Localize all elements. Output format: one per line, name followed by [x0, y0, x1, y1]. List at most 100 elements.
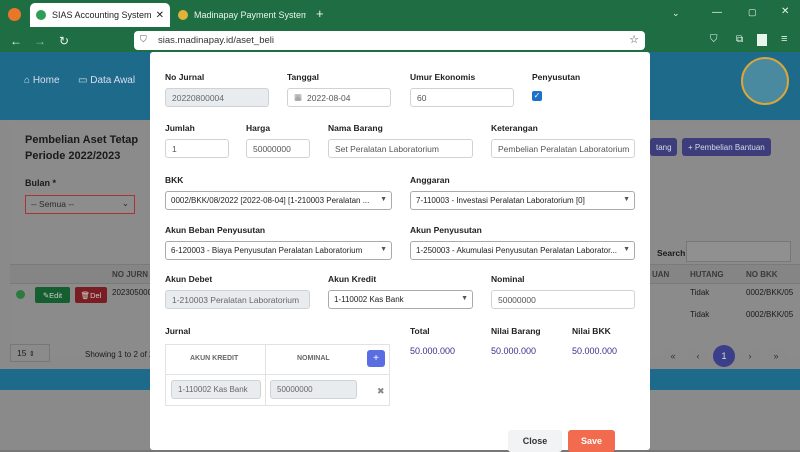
nominal-label: Nominal [491, 274, 525, 284]
window-close-icon[interactable]: ✕ [781, 6, 789, 17]
search-label: Search: [657, 248, 689, 258]
th-hutang[interactable]: HUTANG [690, 270, 724, 279]
akun-penyusutan-label: Akun Penyusutan [410, 225, 482, 235]
no-jurnal-label: No Jurnal [165, 72, 205, 82]
tab-label: Madinapay Payment System [194, 10, 306, 20]
nama-barang-label: Nama Barang [328, 123, 383, 133]
anggaran-value: 7-110003 - Investasi Peralatan Laborator… [416, 196, 585, 205]
pager-prev[interactable]: ‹ [687, 345, 709, 367]
page-size-value: 15 [17, 348, 27, 358]
tab-madinapay[interactable]: Madinapay Payment System [172, 3, 312, 27]
chevron-down-icon: ▼ [623, 246, 630, 253]
anggaran-label: Anggaran [410, 175, 450, 185]
edit-button[interactable]: ✎ Edit [35, 287, 70, 303]
sort-icon: ⇕ [28, 351, 35, 358]
pocket-icon[interactable]: ⛉ [710, 34, 718, 45]
add-jurnal-button[interactable]: + [367, 350, 385, 367]
tanggal-field[interactable]: ▦ 2022-08-04 [287, 88, 391, 107]
chevron-down-icon: ▼ [461, 295, 468, 302]
bulan-select[interactable]: -- Semua -- ⌄ [25, 195, 135, 214]
akun-debet-field[interactable]: 1-210003 Peralatan Laboratorium [165, 290, 310, 309]
th-no-jurnal[interactable]: NO JURN [112, 270, 148, 279]
akun-beban-label: Akun Beban Penyusutan [165, 225, 266, 235]
jumlah-field[interactable]: 1 [165, 139, 229, 158]
anggaran-select[interactable]: 7-110003 - Investasi Peralatan Laborator… [410, 191, 635, 210]
jurnal-nominal-field[interactable]: 50000000 [270, 380, 357, 399]
cell-no-bkk: 0002/BKK/05 [746, 310, 794, 319]
restore-icon[interactable]: ▢ [748, 7, 757, 18]
nilai-bkk-value: 50.000.000 [572, 346, 618, 356]
edit-label: Edit [49, 290, 63, 300]
remove-row-icon[interactable]: ✖ [377, 386, 385, 397]
keterangan-field[interactable]: Pembelian Peralatan Laboratorium [491, 139, 635, 158]
chevron-down-icon: ▼ [380, 246, 387, 253]
menu-icon[interactable]: ≡ [781, 33, 787, 45]
pembelian-bantuan-button[interactable]: + Pembelian Bantuan [682, 138, 771, 156]
menu-home[interactable]: ⌂ Home [24, 75, 60, 86]
pager-next[interactable]: › [739, 345, 761, 367]
umur-field[interactable]: 60 [410, 88, 514, 107]
minimize-icon[interactable]: — [712, 7, 722, 18]
close-icon[interactable]: ✕ [156, 10, 164, 21]
madinapay-favicon-icon [178, 10, 188, 20]
akun-penyusutan-select[interactable]: 1-250003 - Akumulasi Penyusutan Peralata… [410, 241, 635, 260]
jurnal-col-akun: AKUN KREDIT [190, 355, 239, 362]
tanggal-label: Tanggal [287, 72, 319, 82]
pager-first[interactable]: « [662, 345, 684, 367]
jumlah-label: Jumlah [165, 123, 195, 133]
keterangan-label: Keterangan [491, 123, 538, 133]
bkk-label: BKK [165, 175, 184, 185]
chevron-down-icon: ⌄ [121, 198, 129, 208]
menu-data-awal[interactable]: ▭ Data Awal [78, 75, 135, 86]
firefox-icon[interactable] [8, 8, 21, 21]
cell-no-bkk: 0002/BKK/05 [746, 288, 794, 297]
akun-kredit-select[interactable]: 1-110002 Kas Bank ▼ [328, 290, 473, 309]
save-button[interactable]: Save [568, 430, 615, 452]
th-uan[interactable]: UAN [652, 270, 669, 279]
hutang-button[interactable]: tang [650, 138, 677, 156]
pager-last[interactable]: » [765, 345, 787, 367]
sias-favicon-icon [36, 10, 46, 20]
search-input[interactable] [686, 241, 791, 262]
forward-icon[interactable]: → [28, 34, 52, 48]
th-no-bkk[interactable]: NO BKK [746, 270, 778, 279]
tanggal-value: 2022-08-04 [307, 92, 351, 103]
tab-sias[interactable]: SIAS Accounting System ✕ [30, 3, 170, 27]
no-jurnal-field[interactable]: 20220800004 [165, 88, 269, 107]
bulan-label: Bulan * [25, 178, 57, 188]
harga-field[interactable]: 50000000 [246, 139, 310, 158]
page-size-select[interactable]: 15 ⇕ [10, 344, 50, 362]
reload-icon[interactable]: ↻ [52, 34, 76, 48]
cell-hutang: Tidak [690, 288, 710, 297]
nominal-field[interactable]: 50000000 [491, 290, 635, 309]
cell-hutang: Tidak [690, 310, 710, 319]
akun-kredit-value: 1-110002 Kas Bank [334, 295, 404, 304]
page-title: Pembelian Aset Tetap Periode 2022/2023 [25, 134, 139, 162]
jurnal-col-divider [265, 344, 266, 406]
nama-barang-field[interactable]: Set Peralatan Laboratorium [328, 139, 473, 158]
extension-flag-icon[interactable] [757, 34, 767, 46]
menu-data-awal-label: Data Awal [90, 75, 136, 86]
akun-beban-select[interactable]: 6-120003 - Biaya Penyusutan Peralatan La… [165, 241, 392, 260]
back-icon[interactable]: ← [4, 34, 28, 48]
penyusutan-checkbox[interactable]: ✓ [532, 91, 542, 101]
bookmark-star-icon[interactable]: ☆ [629, 33, 639, 46]
jurnal-akun-field[interactable]: 1-110002 Kas Bank [171, 380, 261, 399]
delete-button[interactable]: 🗑 Del [75, 287, 107, 303]
pager-current[interactable]: 1 [713, 345, 735, 367]
close-button[interactable]: Close [508, 430, 562, 452]
akun-penyusutan-value: 1-250003 - Akumulasi Penyusutan Peralata… [416, 246, 618, 255]
akun-kredit-label: Akun Kredit [328, 274, 377, 284]
expand-row-icon[interactable] [16, 290, 25, 299]
extensions-icon[interactable]: ⧉ [736, 34, 743, 45]
aset-modal: No Jurnal 20220800004 Tanggal ▦ 2022-08-0… [150, 52, 650, 452]
umur-label: Umur Ekonomis [410, 72, 476, 82]
harga-label: Harga [246, 123, 271, 133]
tab-list-icon[interactable]: ⌄ [672, 8, 680, 19]
bkk-select[interactable]: 0002/BKK/08/2022 [2022-08-04] [1-210003 … [165, 191, 392, 210]
bulan-select-value: -- Semua -- [31, 199, 74, 209]
url-bar[interactable]: ⛉ sias.madinapay.id/aset_beli ☆ [134, 31, 645, 50]
total-value: 50.000.000 [410, 346, 456, 356]
new-tab-button[interactable]: + [316, 6, 324, 21]
browser-nav-bar: ← → ↻ ⛉ sias.madinapay.id/aset_beli ☆ ⛉ … [0, 29, 800, 52]
